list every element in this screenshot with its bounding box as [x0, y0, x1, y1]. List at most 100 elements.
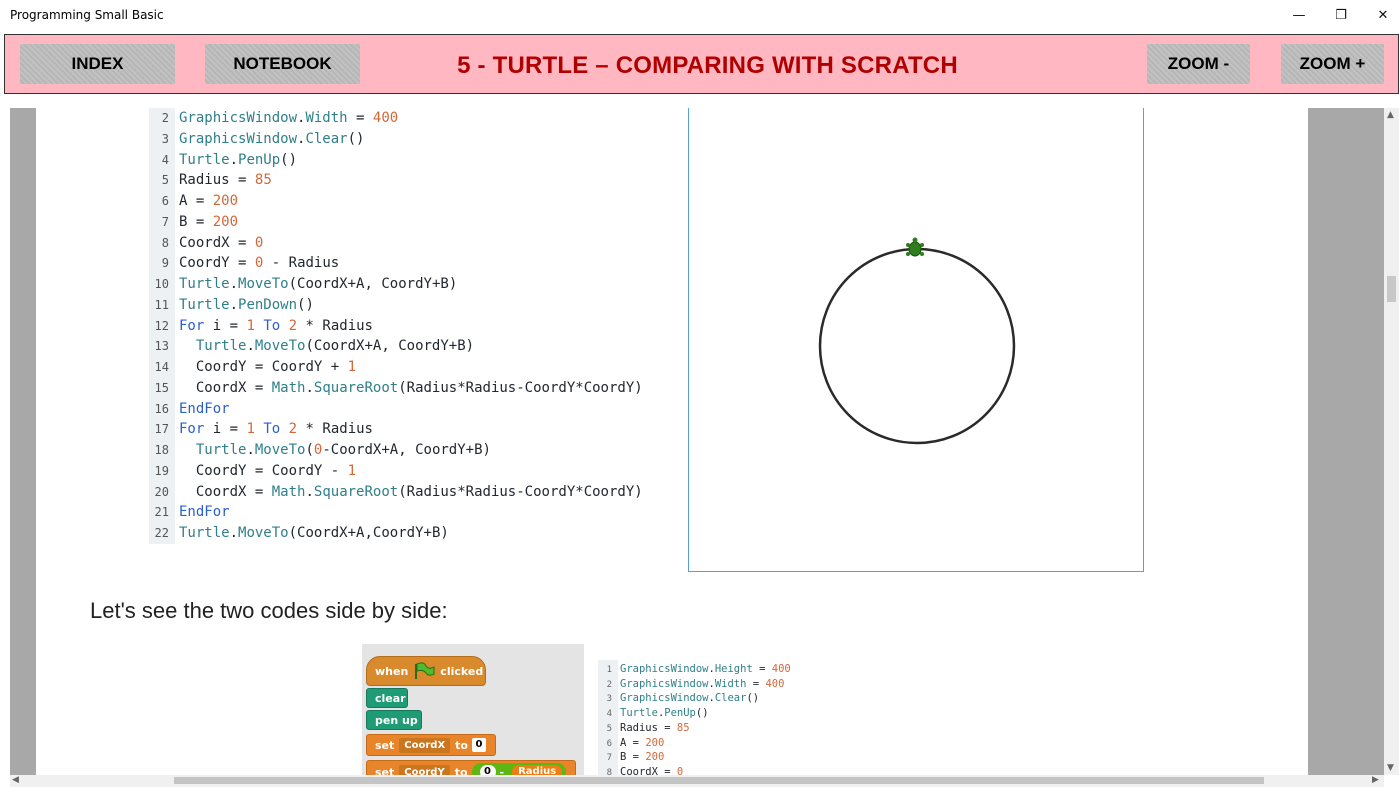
line-number: 16 [154, 401, 169, 416]
notebook-button[interactable]: NOTEBOOK [205, 44, 360, 84]
code-identifier-token: Radius [406, 483, 458, 500]
horizontal-scrollbar[interactable]: ◀ ▶ [10, 775, 1384, 787]
code-operator-token: ( [305, 442, 314, 458]
line-number: 22 [154, 526, 169, 540]
subtract-operator-block: 0 - Radius [471, 763, 567, 775]
code-line: 20 CoordX = Math.SquareRoot(Radius*Radiu… [149, 482, 643, 503]
code-operator-token: ) [305, 296, 314, 313]
line-number: 6 [606, 738, 612, 749]
code-number-token: 1 [246, 317, 255, 334]
code-text: CoordX = Math.SquareRoot(Radius*Radius-C… [179, 484, 643, 500]
code-member-token: Turtle.MoveTo [179, 276, 289, 292]
code-listing: 2 GraphicsWindow.Width = 400 3 GraphicsWind… [149, 108, 669, 544]
code-identifier-token: CoordY [583, 483, 635, 500]
line-number: 15 [154, 380, 169, 395]
code-operator-token: ( [280, 151, 289, 168]
code-text: Turtle.PenUp() [620, 707, 709, 719]
zoom-in-button[interactable]: ZOOM + [1281, 44, 1384, 84]
code-keyword-token: For [179, 317, 205, 334]
code-text: GraphicsWindow.Width = 400 [179, 110, 398, 126]
code-identifier-token: A [620, 736, 627, 749]
code-member-token: Math.SquareRoot [271, 483, 399, 500]
code-operator-token: ) [752, 692, 760, 705]
code-operator-token: = [195, 193, 205, 209]
code-line: 8 CoordX = 0 [149, 233, 264, 254]
code-text: CoordX = 0 [179, 235, 263, 251]
code-identifier-token: CoordY [398, 338, 449, 355]
code-number-token: 1 [347, 462, 357, 479]
code-identifier-token: CoordY [524, 379, 576, 396]
line-number: 6 [161, 194, 169, 208]
code-identifier-token: CoordX [195, 483, 247, 500]
code-number-token: 400 [765, 677, 785, 690]
horizontal-scroll-thumb[interactable] [174, 777, 1264, 784]
scroll-right-arrow-icon[interactable]: ▶ [1372, 775, 1379, 785]
code-line: 9 CoordY = 0 - Radius [149, 253, 339, 274]
line-number: 17 [154, 422, 169, 437]
code-identifier-token: Radius [322, 421, 373, 438]
code-text: CoordY = CoordY - 1 [179, 463, 356, 479]
code-keyword-token: To [263, 317, 281, 334]
line-number: 12 [154, 318, 169, 333]
code-operator-token: = [195, 213, 205, 230]
code-line: 7B = 200 [149, 212, 238, 233]
code-operator-token: = [229, 421, 239, 438]
code-text: Radius = 85 [620, 722, 690, 734]
vertical-scrollbar[interactable]: ▲ ▼ [1384, 108, 1399, 775]
code-text: GraphicsWindow.Height = 400 [620, 663, 791, 675]
code-member-token: Turtle.PenUp [179, 151, 281, 168]
scroll-left-arrow-icon[interactable]: ◀ [12, 775, 19, 785]
code-text: A = 200 [620, 737, 664, 749]
vertical-scroll-thumb[interactable] [1387, 276, 1396, 302]
code-identifier-token: B [620, 751, 627, 764]
code-line: 13 Turtle.MoveTo(CoordX+A, CoordY+B) [149, 336, 475, 357]
left-margin [10, 108, 36, 775]
mini-code-line: 2 GraphicsWindow.Width = 400 [598, 677, 785, 692]
code-text: GraphicsWindow.Clear() [620, 692, 759, 704]
code-identifier-token: CoordY [583, 379, 635, 396]
code-number-token: 85 [676, 721, 690, 734]
block-text: when [375, 664, 409, 678]
code-identifier-token: CoordX [620, 765, 658, 775]
code-keyword-token: To [263, 421, 281, 438]
code-operator-token: ) [465, 338, 475, 355]
code-operator-token: + [330, 359, 340, 375]
index-button[interactable]: INDEX [20, 44, 175, 84]
mini-code-line: 7B = 200 [598, 750, 665, 765]
close-button[interactable]: ✕ [1360, 0, 1399, 30]
line-number: 7 [161, 214, 169, 229]
page-viewport[interactable]: 2 GraphicsWindow.Width = 400 3 GraphicsWind… [10, 108, 1384, 775]
turtle-icon [906, 237, 924, 257]
code-operator-token: , [364, 525, 373, 541]
toolbar: INDEX NOTEBOOK 5 - TURTLE – COMPARING WI… [4, 34, 1399, 94]
code-identifier-token: CoordY [381, 276, 432, 292]
mini-code-line: 8 CoordX = 0 [598, 765, 684, 775]
code-number-token: 0 [254, 234, 264, 251]
line-number: 3 [606, 694, 612, 705]
line-number: 21 [154, 505, 169, 520]
scroll-up-arrow-icon[interactable]: ▲ [1387, 110, 1394, 120]
code-operator-token: - [516, 483, 525, 500]
mini-code-line: 6 A = 200 [598, 736, 665, 751]
code-operator-token: , [398, 442, 407, 458]
code-number-token: 400 [771, 663, 791, 675]
code-line: 14 CoordY = CoordY + 1 [149, 357, 357, 378]
code-line: 5 Radius = 85 [149, 170, 272, 191]
block-text: to [455, 738, 468, 752]
restore-button[interactable]: ❐ [1318, 0, 1364, 30]
code-operator-token: ) [634, 379, 643, 396]
code-operator-token: = [229, 317, 239, 334]
code-text: For i = 1 To 2 * Radius [179, 421, 373, 437]
code-identifier-token: A [179, 193, 188, 209]
minimize-button[interactable]: — [1276, 0, 1322, 30]
line-number: 2 [606, 679, 612, 690]
scroll-down-arrow-icon[interactable]: ▼ [1387, 763, 1394, 773]
zoom-out-button[interactable]: ZOOM - [1147, 44, 1250, 84]
code-operator-token: ) [440, 525, 449, 541]
line-number: 5 [161, 173, 169, 188]
code-line: 18 Turtle.MoveTo(0-CoordX+A, CoordY+B) [149, 440, 491, 461]
line-number: 2 [161, 111, 169, 125]
code-identifier-token: CoordY [271, 359, 323, 375]
code-identifier-token: i [212, 317, 222, 334]
code-operator-token: * [305, 421, 314, 438]
